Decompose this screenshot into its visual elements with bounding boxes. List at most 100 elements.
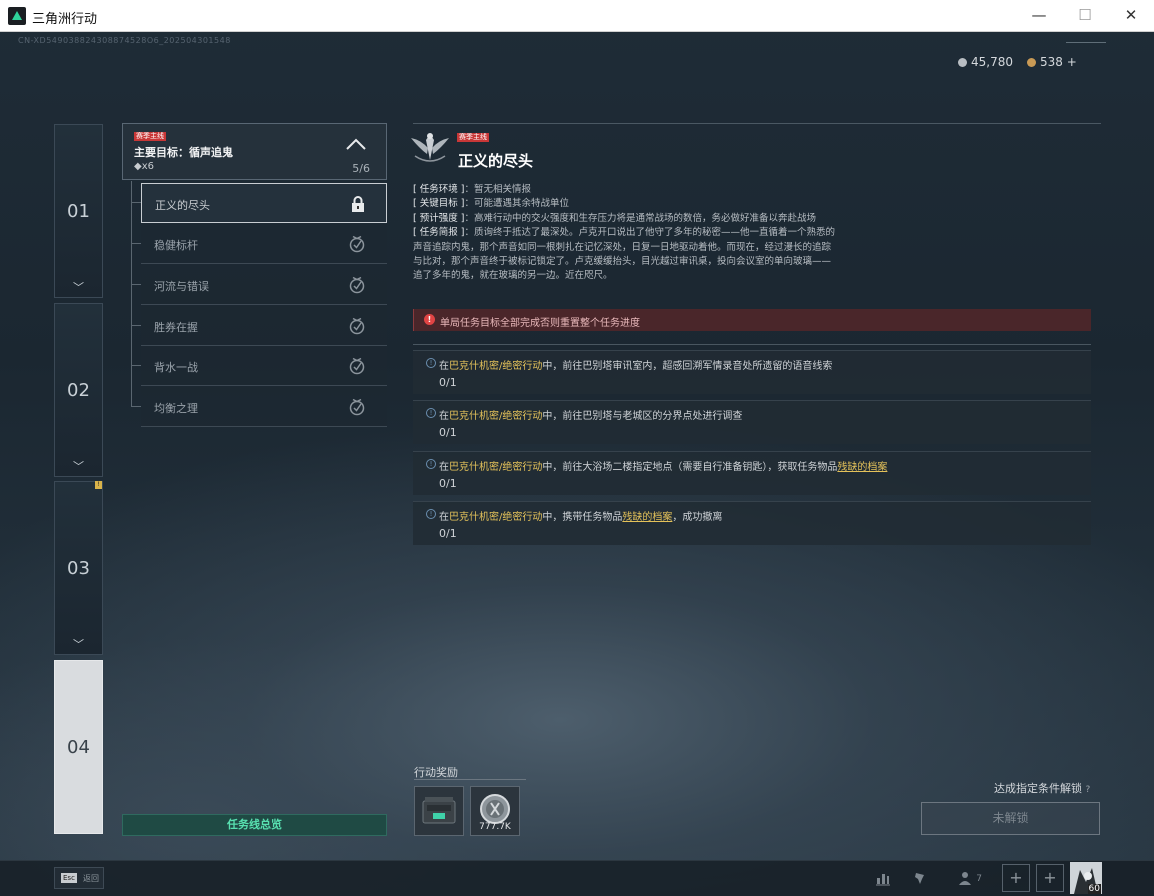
maximize-button[interactable]: ☐ [1062, 0, 1108, 32]
season-main-tag: 赛季主线 [134, 132, 166, 141]
mission-label: 背水一战 [154, 361, 198, 374]
warning-icon: ! [424, 314, 435, 325]
mission-line-header[interactable]: 赛季主线 主要目标：循声追鬼 ◆x6 5/6 [122, 123, 387, 180]
completed-check-icon [349, 317, 365, 335]
chevron-down-icon: ﹀ [73, 638, 84, 651]
objective-progress: 0/1 [439, 376, 457, 389]
tree-tick [131, 325, 141, 326]
mission-label: 均衡之理 [154, 402, 198, 415]
chapter-tab-02[interactable]: 02 ﹀ [54, 303, 103, 477]
chapter-number: 03 [67, 558, 90, 579]
objective-item: ! 在巴克什机密/绝密行动中，携带任务物品残缺的档案，成功撤离 0/1 [413, 501, 1091, 545]
info-icon: ! [426, 509, 436, 519]
chapter-number: 01 [67, 201, 90, 222]
friends-icon [959, 871, 972, 885]
stats-icon[interactable] [868, 863, 898, 893]
completed-check-icon [349, 235, 365, 253]
window-titlebar: 三角洲行动 — ☐ ✕ [0, 0, 1154, 32]
add-party-slot-button[interactable]: + [1002, 864, 1030, 892]
mission-item[interactable]: 稳健标杆 [141, 224, 387, 264]
objective-progress: 0/1 [439, 477, 457, 490]
completed-check-icon [349, 357, 365, 375]
mission-item[interactable]: 正义的尽头 [141, 183, 387, 223]
chapter-number: 02 [67, 380, 90, 401]
chevron-down-icon: ﹀ [73, 460, 84, 473]
esc-key-hint: Esc [61, 873, 77, 883]
add-currency-button[interactable]: + [1067, 55, 1077, 69]
mission-item[interactable]: 均衡之理 [141, 387, 387, 427]
gold-currency[interactable]: 538 + [1027, 55, 1077, 69]
tree-tick [131, 243, 141, 244]
reward-amount: 777.7K [479, 822, 511, 832]
detail-top-divider [413, 123, 1101, 124]
info-icon: ! [426, 358, 436, 368]
help-icon[interactable]: ? [1086, 785, 1091, 795]
objective-text: 在巴克什机密/绝密行动中，前往大浴场二楼指定地点（需要自行准备钥匙），获取任务物… [439, 462, 888, 473]
currency-bar: 45,780 538 + [958, 55, 1077, 69]
chapter-tab-04[interactable]: 04 [54, 660, 103, 834]
objective-item: ! 在巴克什机密/绝密行动中，前往大浴场二楼指定地点（需要自行准备钥匙），获取任… [413, 451, 1091, 495]
objective-text: 在巴克什机密/绝密行动中，携带任务物品残缺的档案，成功撤离 [439, 512, 723, 523]
reward-item-coins[interactable]: 777.7K [470, 786, 520, 836]
silver-amount: 45,780 [971, 55, 1013, 69]
completed-check-icon [349, 276, 365, 294]
tree-tick [131, 406, 141, 407]
friends-count: 7 [976, 874, 982, 884]
reward-item-case[interactable] [414, 786, 464, 836]
unlock-button[interactable]: 未解锁 [921, 802, 1100, 835]
mission-info: [ 任务环境 ]：暂无相关情报 [ 关键目标 ]：可能遭遇其余特战单位 [ 预计… [413, 183, 838, 284]
objective-item: ! 在巴克什机密/绝密行动中，前往巴别塔与老城区的分界点处进行调查 0/1 [413, 400, 1091, 444]
warning-text: 单局任务目标全部完成否则重置整个任务进度 [440, 318, 640, 329]
tree-tick [131, 365, 141, 366]
eagle-emblem-icon [411, 133, 449, 162]
app-logo-icon [8, 7, 26, 25]
chevron-up-icon[interactable] [346, 138, 366, 150]
avatar[interactable]: 60 [1070, 862, 1102, 894]
window-title: 三角洲行动 [32, 12, 98, 27]
silver-coin-icon [958, 58, 967, 67]
tree-tick [131, 284, 141, 285]
mission-item[interactable]: 胜券在握 [141, 306, 387, 346]
tree-connector [131, 181, 132, 407]
season-main-tag: 赛季主线 [457, 133, 489, 142]
item-link[interactable]: 残缺的档案 [837, 462, 887, 473]
hand-icon[interactable] [905, 863, 935, 893]
info-icon: ! [426, 459, 436, 469]
add-party-slot-button[interactable]: + [1036, 864, 1064, 892]
gold-coin-icon [1027, 58, 1036, 67]
back-label: 返回 [83, 874, 99, 883]
player-level: 60 [1087, 884, 1101, 894]
info-key-target: [ 关键目标 ]：可能遭遇其余特战单位 [413, 198, 569, 210]
objective-item: ! 在巴克什机密/绝密行动中，前往巴别塔审讯室内，超感回溯军情录音处所遗留的语音… [413, 350, 1091, 394]
item-link[interactable]: 残缺的档案 [622, 512, 672, 523]
equipment-case-icon [422, 797, 456, 824]
objective-progress: 0/1 [439, 426, 457, 439]
chapter-number: 04 [67, 737, 90, 758]
completed-check-icon [349, 398, 365, 416]
mission-reward-count: ◆x6 [134, 161, 154, 172]
mission-goal: 主要目标：循声追鬼 [134, 146, 233, 159]
chapter-tab-03[interactable]: 03 ﹀ [54, 481, 103, 655]
mission-label: 正义的尽头 [155, 199, 210, 212]
chapter-tab-01[interactable]: 01 ﹀ [54, 124, 103, 298]
unlock-condition: 达成指定条件解锁 ? [994, 782, 1091, 795]
back-button[interactable]: Esc 返回 [54, 867, 104, 889]
friends-button[interactable]: 7 [950, 863, 990, 893]
gold-amount: 538 [1040, 55, 1063, 69]
silver-currency: 45,780 [958, 55, 1013, 69]
info-intensity: [ 预计强度 ]：高难行动中的交火强度和生存压力将是通常战场的数倍，务必做好准备… [413, 212, 816, 224]
lock-icon [352, 196, 364, 212]
mission-item[interactable]: 背水一战 [141, 346, 387, 386]
objective-text: 在巴克什机密/绝密行动中，前往巴别塔审讯室内，超感回溯军情录音处所遗留的语音线索 [439, 361, 833, 372]
mission-item[interactable]: 河流与错误 [141, 265, 387, 305]
objective-progress: 0/1 [439, 527, 457, 540]
tree-tick [131, 202, 141, 203]
mission-label: 稳健标杆 [154, 239, 198, 252]
reset-warning-banner: ! 单局任务目标全部完成否则重置整个任务进度 [413, 309, 1091, 331]
minimize-button[interactable]: — [1016, 0, 1062, 32]
top-divider [1066, 42, 1106, 43]
close-button[interactable]: ✕ [1108, 0, 1154, 32]
mission-label: 河流与错误 [154, 280, 209, 293]
objectives-divider [413, 344, 1091, 345]
mission-line-overview-button[interactable]: 任务线总览 [122, 814, 387, 836]
